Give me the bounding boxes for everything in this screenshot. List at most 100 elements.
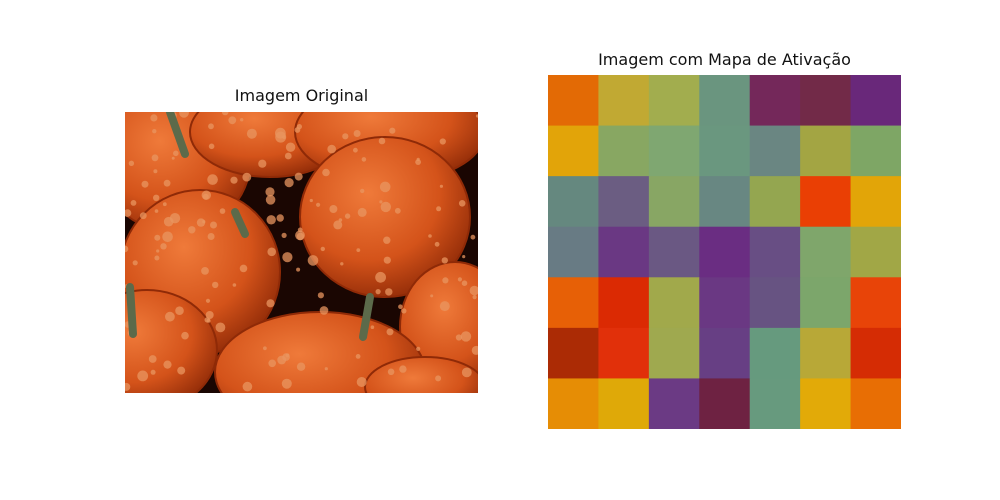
pumpkin-wart xyxy=(267,247,276,257)
pumpkin-wart xyxy=(460,331,472,342)
heatmap-cell xyxy=(548,176,599,228)
heatmap-cell xyxy=(699,226,751,278)
pumpkin-wart xyxy=(154,234,161,241)
pumpkin-wart xyxy=(173,150,179,157)
pumpkin-wart xyxy=(436,206,442,212)
pumpkin-wart xyxy=(340,262,344,266)
pumpkin-wart xyxy=(285,353,290,358)
heatmap-cell xyxy=(648,226,700,278)
pumpkin-stem xyxy=(126,283,137,338)
pumpkin-wart xyxy=(401,308,407,314)
pumpkin-wart xyxy=(370,325,375,329)
pumpkin-wart xyxy=(165,311,175,322)
heatmap-cell xyxy=(598,327,650,379)
pumpkin-wart xyxy=(434,241,440,247)
pumpkin-wart xyxy=(296,267,301,272)
heatmap-cell xyxy=(598,378,650,429)
pumpkin-wart xyxy=(320,246,325,252)
pumpkin-wart xyxy=(439,138,446,145)
pumpkin-wart xyxy=(394,207,401,214)
pumpkin-wart xyxy=(428,234,432,238)
pumpkin-wart xyxy=(399,365,407,373)
heatmap-cell xyxy=(749,75,801,127)
pumpkin-wart xyxy=(389,127,396,134)
heatmap-cell xyxy=(749,378,801,429)
pumpkin-wart xyxy=(212,281,219,289)
heatmap-cell xyxy=(598,226,650,278)
pumpkin-wart xyxy=(285,142,296,152)
heatmap-cell xyxy=(699,176,751,228)
pumpkin-wart xyxy=(472,295,477,300)
pumpkin-wart xyxy=(263,346,267,351)
heatmap-cell xyxy=(548,226,599,278)
heatmap-cell xyxy=(699,125,751,177)
pumpkin-wart xyxy=(239,264,248,273)
pumpkin-wart xyxy=(208,143,215,150)
pumpkin-wart xyxy=(375,271,386,283)
pumpkin-wart xyxy=(360,188,365,194)
heatmap-cell xyxy=(598,75,650,127)
pumpkin-wart xyxy=(380,201,391,213)
pumpkin-wart xyxy=(458,200,466,207)
pumpkin-wart xyxy=(398,304,403,309)
heatmap-cell xyxy=(850,327,901,379)
pumpkin-wart xyxy=(266,299,275,308)
heatmap-cell xyxy=(800,75,852,127)
pumpkin-wart xyxy=(353,147,358,153)
pumpkin-wart xyxy=(281,232,287,238)
pumpkin-wart xyxy=(297,227,303,233)
pumpkin-wart xyxy=(355,354,361,359)
original-image-title: Imagem Original xyxy=(234,86,369,105)
pumpkin-wart xyxy=(162,202,167,207)
heatmap-cell xyxy=(699,75,751,127)
pumpkin-wart xyxy=(128,160,135,166)
pumpkin-wart xyxy=(162,231,173,243)
pumpkin-wart xyxy=(319,306,329,315)
pumpkin-wart xyxy=(205,298,211,303)
pumpkin-wart xyxy=(188,226,196,234)
pumpkin-wart xyxy=(441,257,448,264)
pumpkin-wart xyxy=(327,144,336,154)
pumpkin-wart xyxy=(242,381,253,392)
pumpkin-wart xyxy=(322,168,330,177)
pumpkin-wart xyxy=(276,214,284,222)
pumpkin-wart xyxy=(316,202,321,207)
pumpkin-wart xyxy=(356,377,367,387)
pumpkin-wart xyxy=(202,193,209,200)
pumpkin-wart xyxy=(361,157,367,162)
heatmap-cell xyxy=(749,125,801,177)
pumpkin-wart xyxy=(296,232,305,241)
pumpkin-wart xyxy=(139,212,147,220)
heatmap-cell xyxy=(548,75,599,127)
heatmap-cell xyxy=(749,176,801,228)
heatmap-cell xyxy=(648,125,700,177)
heatmap-cell xyxy=(548,378,599,429)
pumpkin-wart xyxy=(175,306,184,315)
heatmap-cell xyxy=(548,327,599,379)
pumpkin-wart xyxy=(230,176,238,184)
heatmap-cell xyxy=(800,125,852,177)
pumpkin-wart xyxy=(356,248,361,253)
pumpkin-wart xyxy=(141,180,149,188)
pumpkin-wart xyxy=(379,200,383,204)
pumpkin-wart xyxy=(152,129,157,134)
pumpkin-wart xyxy=(383,256,391,264)
pumpkin-wart xyxy=(375,289,381,295)
pumpkin-wart xyxy=(416,346,421,351)
heatmap-cell xyxy=(598,277,650,329)
pumpkin-wart xyxy=(294,172,303,181)
heatmap-cell xyxy=(699,378,751,429)
pumpkin-wart xyxy=(163,360,172,369)
pumpkin-wart xyxy=(150,114,158,122)
heatmap-cell xyxy=(850,176,901,228)
pumpkin-wart xyxy=(150,369,156,375)
pumpkin-wart xyxy=(207,174,218,185)
pumpkin-wart xyxy=(470,234,476,240)
pumpkin-wart xyxy=(342,133,349,140)
pumpkin-wart xyxy=(265,195,276,205)
activation-map-title: Imagem com Mapa de Ativação xyxy=(598,50,851,69)
heatmap-cell xyxy=(800,277,852,329)
heatmap-cell xyxy=(850,226,901,278)
pumpkin-wart xyxy=(266,215,276,225)
heatmap-cell xyxy=(749,226,801,278)
